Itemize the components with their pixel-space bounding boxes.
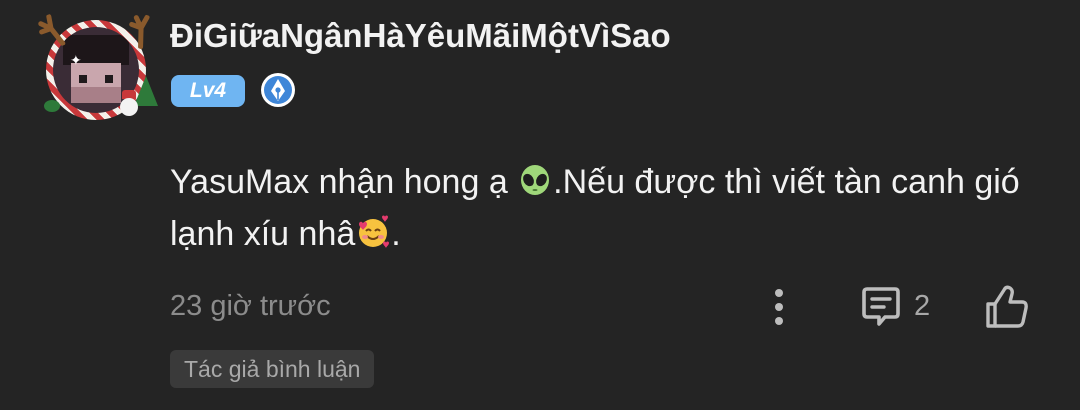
comment-icon <box>862 287 900 326</box>
avatar[interactable]: ✦ <box>38 14 158 126</box>
holly-icon <box>44 100 60 112</box>
username[interactable]: ĐiGiữaNgânHàYêuMãiMộtVìSao <box>170 17 671 55</box>
comment-card: ✦ ĐiGiữaNgânHàYêuMãiMộtVìSao Lv4 YasuMax… <box>0 0 1080 410</box>
reply-button[interactable]: 2 <box>858 284 948 330</box>
smiling-face-with-hearts-icon <box>359 215 390 248</box>
timestamp: 23 giờ trước <box>170 290 331 322</box>
more-options-icon[interactable] <box>764 286 794 328</box>
comment-text-part3: . <box>391 215 401 253</box>
pen-nib-icon <box>261 73 295 107</box>
comment-text: YasuMax nhận hong ạ .Nếu được thì viết t… <box>170 156 1030 260</box>
sparkle-icon: ✦ <box>70 52 82 68</box>
thumbs-up-icon[interactable] <box>982 282 1032 332</box>
author-tag: Tác giả bình luận <box>170 350 375 388</box>
snowman-icon <box>120 98 138 116</box>
christmas-tree-icon <box>134 76 158 106</box>
alien-emoji-icon <box>521 165 550 195</box>
comment-text-part1: YasuMax nhận hong ạ <box>170 163 518 201</box>
reply-count: 2 <box>914 290 931 322</box>
level-badge: Lv4 <box>171 75 245 107</box>
